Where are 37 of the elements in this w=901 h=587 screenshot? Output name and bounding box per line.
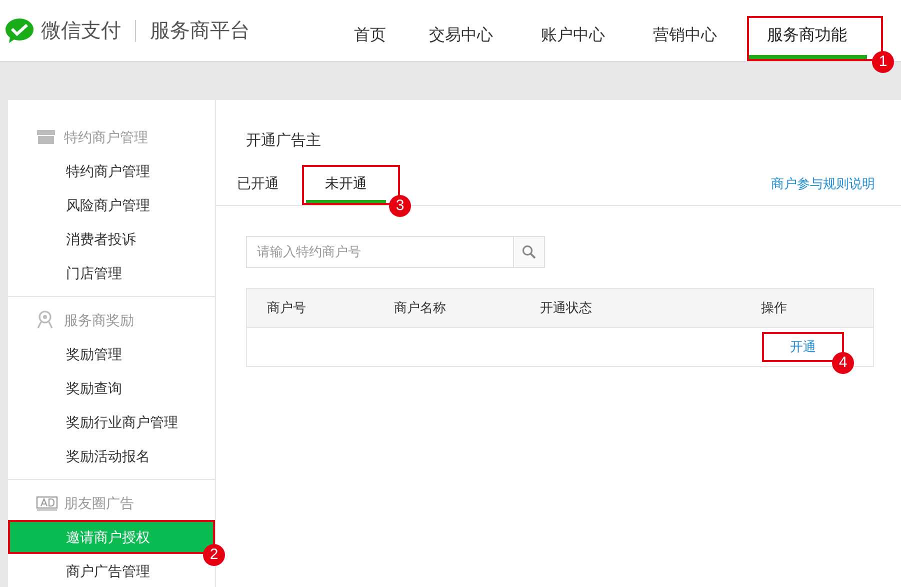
sidebar-group-title: 特约商户管理 xyxy=(64,128,148,146)
column-header: 操作 xyxy=(761,299,788,318)
award-icon xyxy=(36,310,54,330)
store-icon xyxy=(36,129,56,145)
platform-name: 服务商平台 xyxy=(150,18,250,44)
nav-tab[interactable]: 营销中心 xyxy=(629,16,741,61)
tab[interactable]: 已开通 xyxy=(220,165,296,205)
rules-link[interactable]: 商户参与规则说明 xyxy=(771,174,875,205)
page-title: 开通广告主 xyxy=(245,131,322,151)
nav-tab[interactable]: 账户中心 xyxy=(517,16,629,61)
callout-badge: 4 xyxy=(832,352,854,374)
search-button[interactable] xyxy=(514,236,545,268)
sidebar-group-title: 服务商奖励 xyxy=(64,310,134,330)
column-header: 商户号 xyxy=(266,299,307,318)
nav-tab[interactable]: 首页 xyxy=(335,16,405,61)
column-header: 商户名称 xyxy=(394,299,447,318)
enable-link[interactable]: 开通 xyxy=(777,332,829,362)
callout-badge: 3 xyxy=(389,195,411,217)
column-header: 开通状态 xyxy=(540,299,593,318)
nav-tab[interactable]: 交易中心 xyxy=(405,16,517,61)
tab[interactable]: 未开通 xyxy=(302,165,386,205)
sidebar-item[interactable]: 奖励行业商户管理 xyxy=(8,405,215,439)
sidebar-item[interactable]: 门店管理 xyxy=(8,256,215,290)
search-icon xyxy=(522,245,536,259)
ad-icon xyxy=(36,496,58,510)
logo-icon xyxy=(5,18,34,44)
sidebar-item[interactable]: 奖励管理 xyxy=(8,337,215,371)
sidebar-item[interactable]: 奖励活动报名 xyxy=(8,439,215,473)
sidebar-item[interactable]: 消费者投诉 xyxy=(8,222,215,256)
sidebar-group-title: 朋友圈广告 xyxy=(64,494,134,512)
brand-name: 微信支付 xyxy=(41,18,121,44)
nav-tab[interactable]: 服务商功能 xyxy=(747,16,867,61)
sidebar-item[interactable]: 奖励查询 xyxy=(8,371,215,405)
sidebar-item[interactable]: 特约商户管理 xyxy=(8,154,215,188)
search-field[interactable]: 请输入特约商户号 xyxy=(246,236,514,268)
callout-badge: 1 xyxy=(872,51,894,73)
sidebar-item[interactable]: 风险商户管理 xyxy=(8,188,215,222)
